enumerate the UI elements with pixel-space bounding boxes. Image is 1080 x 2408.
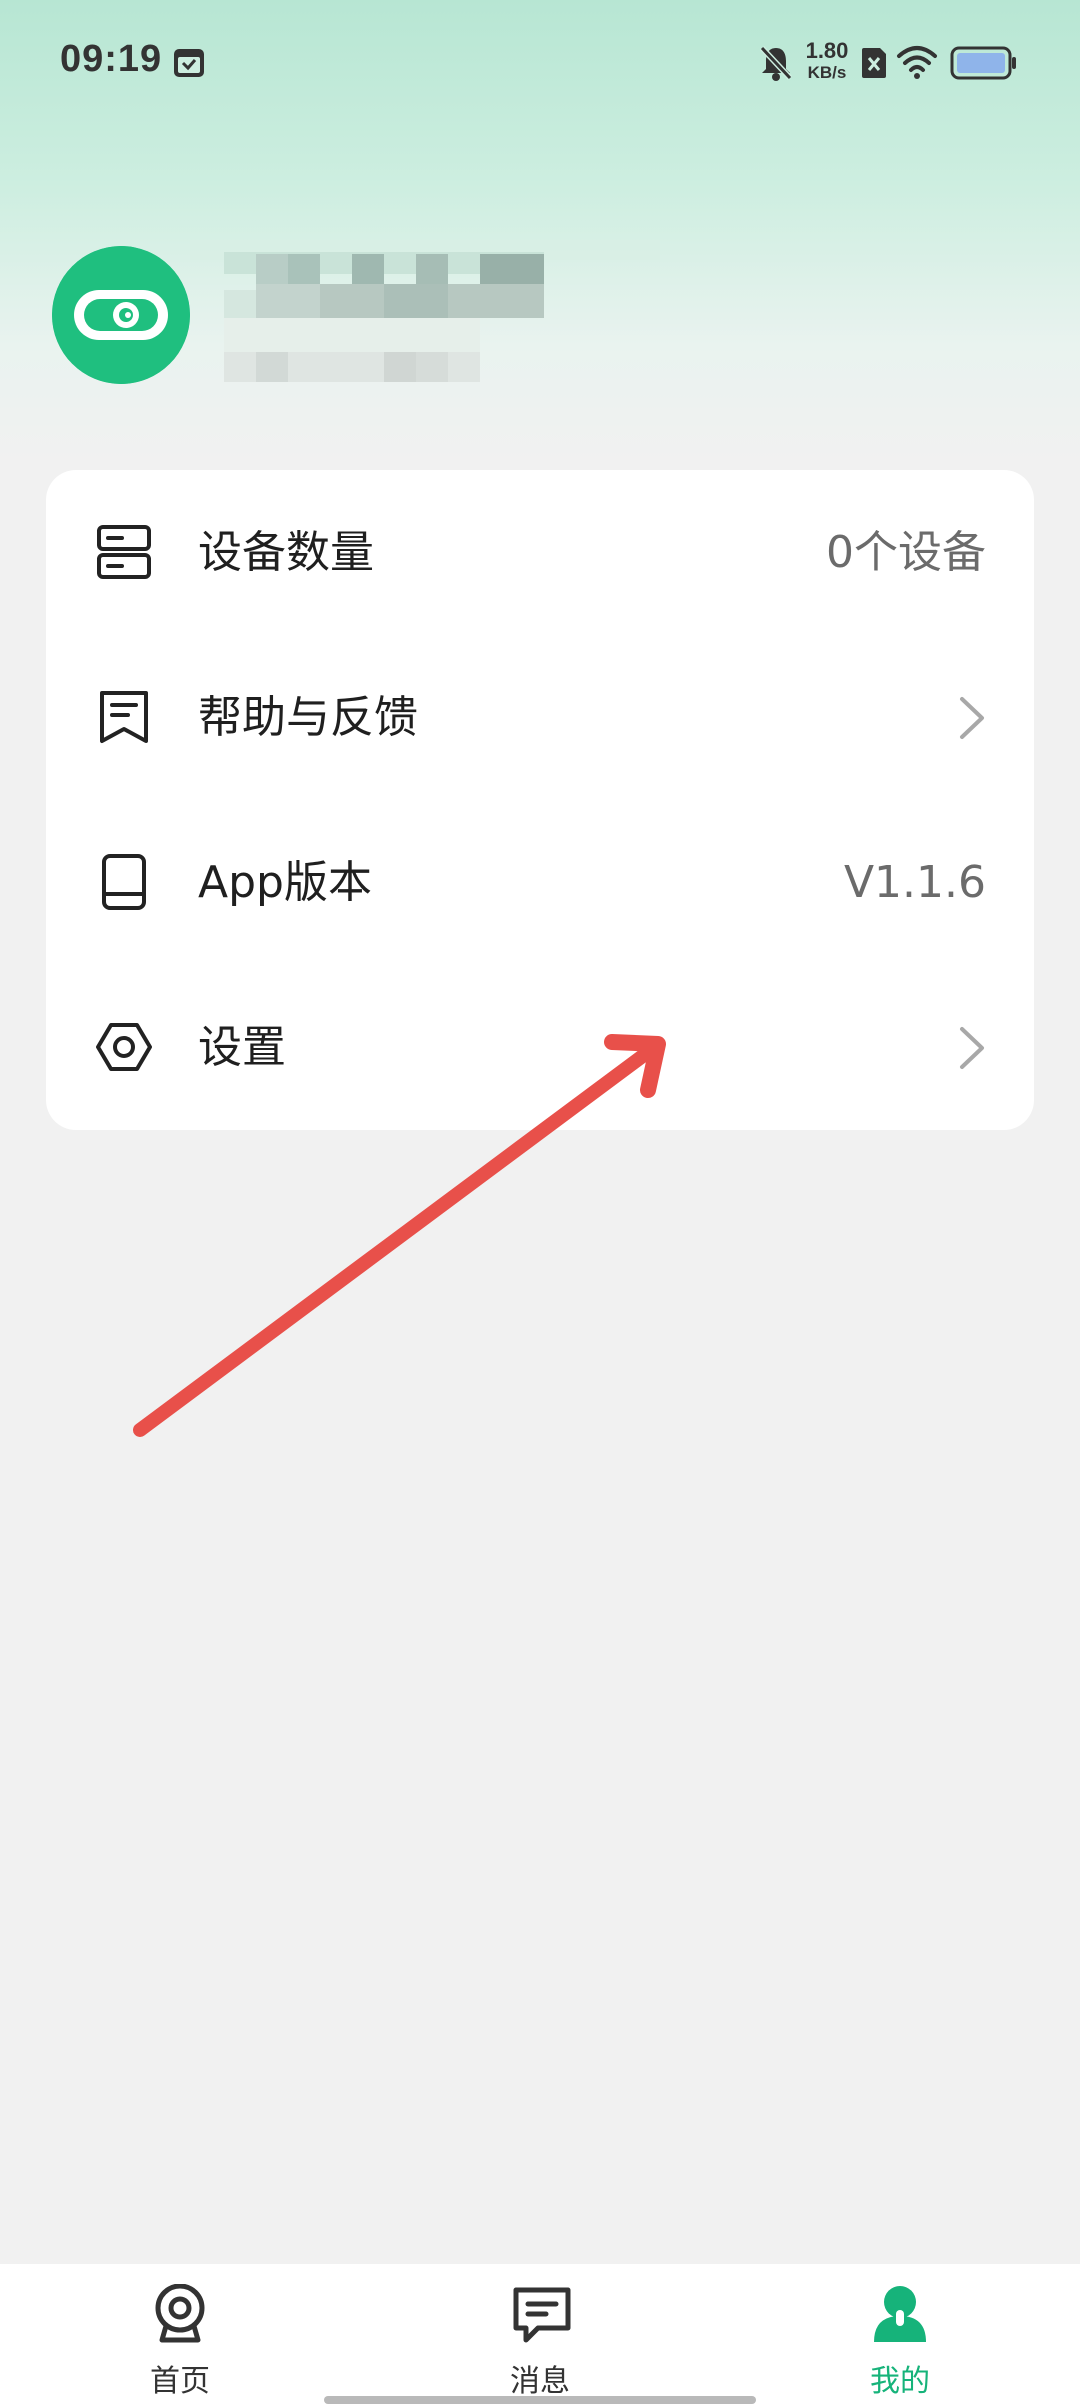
nav-label: 我的: [870, 2364, 930, 2399]
no-sim-icon: [860, 46, 888, 80]
menu-item-app-version[interactable]: App版本 V1.1.6: [46, 800, 1034, 965]
profile-header[interactable]: [0, 240, 1080, 400]
feedback-icon: [96, 689, 152, 745]
nav-item-home[interactable]: 首页: [80, 2264, 280, 2408]
wifi-icon: [896, 44, 938, 80]
message-icon: [512, 2284, 571, 2344]
app-version-value: V1.1.6: [843, 857, 986, 908]
status-time: 09:19: [60, 38, 163, 80]
bottom-nav: 首页 消息 我的: [0, 2264, 1080, 2408]
chevron-right-icon: [956, 1025, 988, 1071]
home-indicator[interactable]: [324, 2396, 756, 2404]
menu-item-label: 设备数量: [198, 527, 374, 578]
avatar[interactable]: [52, 246, 190, 384]
calendar-icon: [172, 46, 206, 80]
nav-label: 消息: [510, 2364, 570, 2399]
menu-item-label: 帮助与反馈: [198, 692, 418, 743]
network-speed-value: 1.80: [805, 38, 849, 63]
network-speed: 1.80 KB/s: [800, 38, 854, 82]
nav-item-messages[interactable]: 消息: [440, 2264, 640, 2408]
tablet-icon: [96, 854, 152, 910]
user-icon: [872, 2284, 928, 2344]
menu-card: 设备数量 0个设备 帮助与反馈 App版本 V1.1.6 设置: [46, 470, 1034, 1130]
status-bar: 09:19 1.80 KB/s: [0, 0, 1080, 128]
battery-icon: [950, 46, 1018, 80]
app-logo-icon: [52, 246, 190, 384]
device-list-icon: [96, 524, 152, 580]
device-count-value: 0个设备: [826, 527, 986, 578]
nav-label: 首页: [150, 2364, 210, 2399]
camera-home-icon: [152, 2283, 208, 2344]
settings-hex-icon: [96, 1019, 152, 1075]
menu-item-device-count[interactable]: 设备数量 0个设备: [46, 470, 1034, 635]
nav-item-profile[interactable]: 我的: [800, 2264, 1000, 2408]
network-speed-unit: KB/s: [807, 63, 847, 82]
menu-item-settings[interactable]: 设置: [46, 965, 1034, 1130]
chevron-right-icon: [956, 695, 988, 741]
mute-bell-icon: [758, 44, 794, 82]
menu-item-help-feedback[interactable]: 帮助与反馈: [46, 635, 1034, 800]
menu-item-label: 设置: [198, 1022, 286, 1073]
menu-item-label: App版本: [198, 857, 372, 908]
